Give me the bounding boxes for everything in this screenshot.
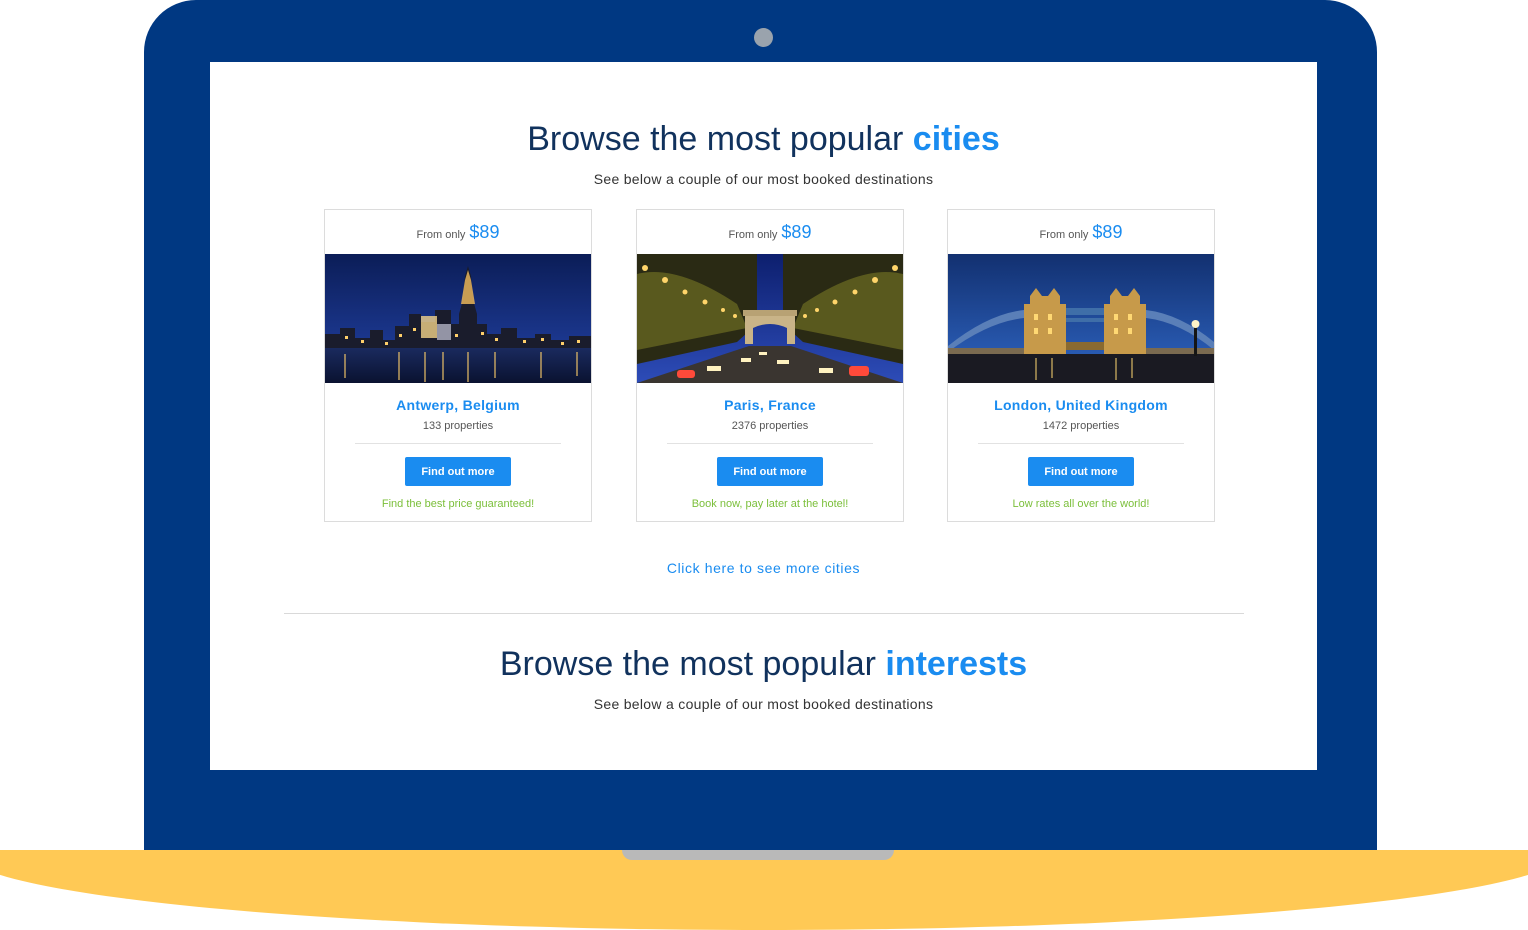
- find-out-more-button[interactable]: Find out more: [405, 457, 511, 486]
- card-divider: [355, 443, 561, 444]
- cities-title-plain: Browse the most popular: [527, 120, 904, 158]
- price-row: From only $89: [325, 222, 591, 243]
- camera-icon: [754, 28, 773, 47]
- paris-arc-de-triomphe-night-icon[interactable]: [637, 254, 903, 383]
- laptop-base: [0, 850, 1528, 930]
- price-row: From only $89: [948, 222, 1214, 243]
- price-value: $89: [781, 222, 812, 242]
- cities-section-title: Browse the most popular cities: [210, 120, 1317, 159]
- card-divider: [978, 443, 1184, 444]
- antwerp-night-skyline-icon[interactable]: [325, 254, 591, 383]
- more-cities-link[interactable]: Click here to see more cities: [210, 560, 1317, 576]
- find-out-more-button[interactable]: Find out more: [717, 457, 823, 486]
- find-out-more-button[interactable]: Find out more: [1028, 457, 1134, 486]
- card-tagline: Low rates all over the world!: [1012, 498, 1150, 510]
- city-card-antwerp: From only $89 Antwerp, Belgium 133 prope…: [324, 209, 592, 522]
- city-card-paris: From only $89 Paris, France 2376 propert…: [636, 209, 904, 522]
- city-name[interactable]: London, United Kingdom: [948, 397, 1214, 413]
- cities-section-subtitle: See below a couple of our most booked de…: [593, 171, 934, 187]
- card-tagline: Find the best price guaranteed!: [381, 498, 535, 510]
- interests-title-accent: interests: [885, 645, 1028, 683]
- city-name[interactable]: Paris, France: [637, 397, 903, 413]
- cities-title-accent: cities: [912, 120, 1000, 158]
- price-label: From only: [416, 229, 466, 241]
- interests-section-subtitle: See below a couple of our most booked de…: [593, 696, 934, 712]
- price-label: From only: [728, 229, 778, 241]
- property-count: 1472 properties: [1042, 420, 1120, 432]
- price-value: $89: [1092, 222, 1123, 242]
- card-tagline: Book now, pay later at the hotel!: [691, 498, 849, 510]
- card-divider: [667, 443, 873, 444]
- city-card-london: From only $89 London, United Kingdom 147…: [947, 209, 1215, 522]
- laptop-screen: Browse the most popular cities See below…: [210, 62, 1317, 770]
- laptop-base-notch: [622, 850, 894, 860]
- property-count: 133 properties: [422, 420, 494, 432]
- section-divider: [284, 613, 1244, 614]
- price-value: $89: [469, 222, 500, 242]
- price-label: From only: [1039, 229, 1089, 241]
- property-count: 2376 properties: [731, 420, 809, 432]
- interests-section-title: Browse the most popular interests: [210, 645, 1317, 684]
- london-tower-bridge-night-icon[interactable]: [948, 254, 1214, 383]
- city-name[interactable]: Antwerp, Belgium: [325, 397, 591, 413]
- price-row: From only $89: [637, 222, 903, 243]
- interests-title-plain: Browse the most popular: [499, 645, 876, 683]
